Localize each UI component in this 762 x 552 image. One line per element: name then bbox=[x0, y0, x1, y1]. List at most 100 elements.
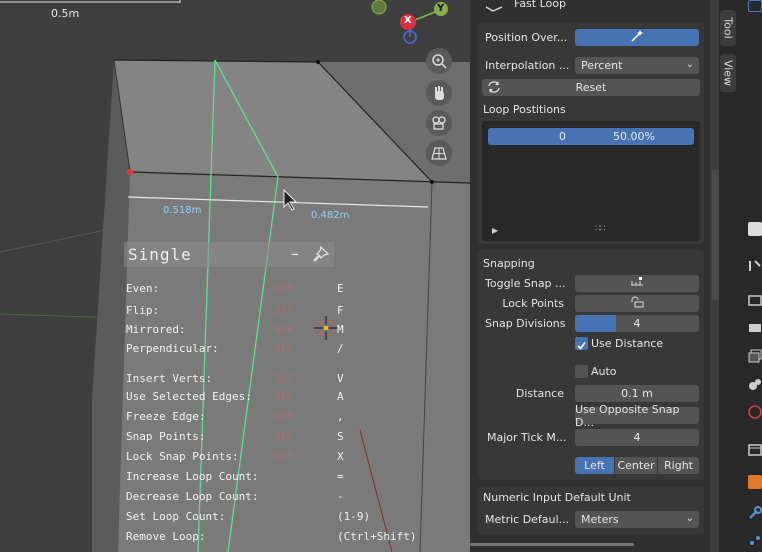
toggle-snap-label: Toggle Snap ... bbox=[485, 277, 566, 290]
hud-option-shortcut: = bbox=[337, 470, 344, 483]
snap-divisions-value: 4 bbox=[633, 317, 641, 330]
toggle-snap-button[interactable] bbox=[575, 275, 699, 292]
align-center-label: Center bbox=[617, 459, 655, 472]
hud-option-label: Insert Verts: bbox=[126, 372, 213, 385]
major-tick-value: 4 bbox=[633, 431, 641, 444]
use-opposite-snap-label: Use Opposite Snap D... bbox=[575, 402, 680, 429]
tab-view[interactable]: View bbox=[720, 54, 736, 92]
expand-triangle-icon[interactable]: ▶ bbox=[492, 226, 498, 235]
metric-default-value: Meters bbox=[581, 513, 619, 526]
tab-tool[interactable]: Tool bbox=[720, 10, 736, 46]
interpolation-dropdown[interactable]: Percent ⌄ bbox=[575, 57, 699, 74]
align-left-label: Left bbox=[584, 459, 605, 472]
hud-option-label: Set Loop Count: bbox=[126, 510, 226, 523]
align-right-button[interactable]: Right bbox=[658, 457, 699, 474]
distance-label: Distance bbox=[515, 387, 564, 400]
perspective-grid-icon[interactable] bbox=[426, 140, 452, 166]
chevron-down-icon: ⌄ bbox=[685, 513, 694, 524]
collection-icon[interactable] bbox=[748, 441, 762, 456]
snap-divisions-slider[interactable]: 4 bbox=[575, 315, 699, 332]
object-icon[interactable] bbox=[748, 475, 762, 489]
active-tool-icon[interactable] bbox=[748, 222, 762, 236]
particles-icon[interactable] bbox=[748, 532, 762, 546]
scale-label: 0.5m bbox=[51, 7, 80, 20]
hud-option-shortcut: (1-9) bbox=[337, 510, 371, 523]
hud-option-value: OFF bbox=[274, 342, 294, 355]
magic-wand-icon bbox=[630, 29, 644, 46]
modifier-wrench-icon[interactable] bbox=[748, 505, 762, 519]
hud-option-shortcut: / bbox=[337, 342, 344, 355]
scene-icon[interactable] bbox=[748, 376, 762, 390]
resize-grip-icon[interactable]: ∷∷ bbox=[595, 224, 606, 234]
hud-option-label: Remove Loop: bbox=[126, 530, 206, 543]
interpolation-value: Percent bbox=[581, 59, 623, 72]
snap-divisions-label: Snap Divisions bbox=[485, 317, 566, 330]
output-icon[interactable] bbox=[748, 320, 762, 334]
pan-hand-icon[interactable] bbox=[426, 80, 452, 106]
use-opposite-snap-button[interactable]: Use Opposite Snap D... bbox=[575, 403, 699, 429]
hud-option-label: Freeze Edge: bbox=[126, 410, 206, 423]
interpolation-label: Interpolation ... bbox=[485, 59, 570, 72]
panel-scrollbar[interactable] bbox=[470, 543, 634, 546]
hud-option-shortcut: (Ctrl+Shift) bbox=[337, 530, 417, 543]
use-distance-label: Use Distance bbox=[591, 337, 664, 350]
hud-option-shortcut: , bbox=[337, 410, 344, 423]
distance-field[interactable]: 0.1 m bbox=[575, 385, 699, 402]
view-layer-icon[interactable] bbox=[748, 348, 762, 363]
hud-option-shortcut: A bbox=[337, 390, 344, 403]
distance-right-label: 0.482m bbox=[311, 210, 350, 221]
hud-option-value: OFF bbox=[274, 304, 294, 317]
gizmo-x-label[interactable]: X bbox=[404, 15, 412, 26]
world-icon[interactable] bbox=[748, 404, 762, 419]
hud-option-label: Mirrored: bbox=[126, 323, 186, 336]
snap-divisions-fill bbox=[575, 315, 616, 332]
reset-label: Reset bbox=[575, 81, 607, 94]
loop-position-item[interactable]: 0 50.00% bbox=[488, 128, 694, 145]
lock-points-button[interactable] bbox=[575, 295, 699, 312]
hud-option-shortcut: - bbox=[337, 490, 344, 503]
auto-checkbox[interactable] bbox=[575, 365, 588, 378]
tool-settings-icon[interactable] bbox=[748, 258, 762, 272]
hud-option-shortcut: M bbox=[337, 323, 344, 336]
3d-viewport[interactable]: 0.5m X Y 0.518m 0.482m Single – Even: OFF… bbox=[0, 0, 470, 552]
zoom-icon[interactable] bbox=[426, 48, 452, 74]
align-right-label: Right bbox=[664, 459, 693, 472]
gizmo-y-label[interactable]: Y bbox=[437, 3, 444, 14]
lock-icon bbox=[629, 296, 645, 311]
hud-option-value: OFF bbox=[274, 390, 294, 403]
hud-title: Single bbox=[128, 245, 192, 264]
camera-view-icon[interactable] bbox=[426, 110, 452, 136]
align-center-button[interactable]: Center bbox=[615, 457, 657, 474]
snap-ruler-icon bbox=[629, 276, 645, 291]
snapping-title: Snapping bbox=[483, 257, 535, 270]
pin-icon[interactable] bbox=[312, 245, 330, 268]
major-tick-field[interactable]: 4 bbox=[575, 429, 699, 446]
fast-loop-icon bbox=[484, 0, 506, 19]
hud-minimize-button[interactable]: – bbox=[291, 244, 299, 263]
position-override-label: Position Over... bbox=[485, 31, 568, 44]
hud-option-value: OFF bbox=[274, 410, 294, 423]
metric-default-dropdown[interactable]: Meters ⌄ bbox=[575, 511, 699, 528]
tab-view-label: View bbox=[721, 59, 735, 87]
editor-type-icon[interactable] bbox=[748, 0, 762, 12]
hud-option-shortcut: E bbox=[337, 282, 344, 295]
distance-value: 0.1 m bbox=[621, 387, 653, 400]
hud-option-shortcut: F bbox=[337, 304, 344, 317]
chevron-down-icon: ⌄ bbox=[685, 59, 694, 70]
lock-points-label: Lock Points bbox=[502, 297, 564, 310]
distance-left-label: 0.518m bbox=[163, 205, 202, 216]
hud-option-shortcut: V bbox=[337, 372, 344, 385]
hud-option-value: OFF bbox=[274, 450, 294, 463]
reset-button[interactable]: Reset bbox=[482, 79, 700, 96]
hud-option-value: OFF bbox=[274, 323, 294, 336]
hud-option-shortcut: S bbox=[337, 430, 344, 443]
hud-option-label: Increase Loop Count: bbox=[126, 470, 259, 483]
hud-option-label: Flip: bbox=[126, 304, 160, 317]
position-override-button[interactable] bbox=[575, 29, 699, 46]
render-icon[interactable] bbox=[748, 292, 762, 306]
auto-label: Auto bbox=[591, 365, 617, 378]
hud-option-label: Snap Points: bbox=[126, 430, 206, 443]
use-distance-checkbox[interactable] bbox=[575, 337, 588, 350]
align-left-button[interactable]: Left bbox=[575, 457, 614, 474]
loop-item-index: 0 bbox=[559, 130, 566, 143]
